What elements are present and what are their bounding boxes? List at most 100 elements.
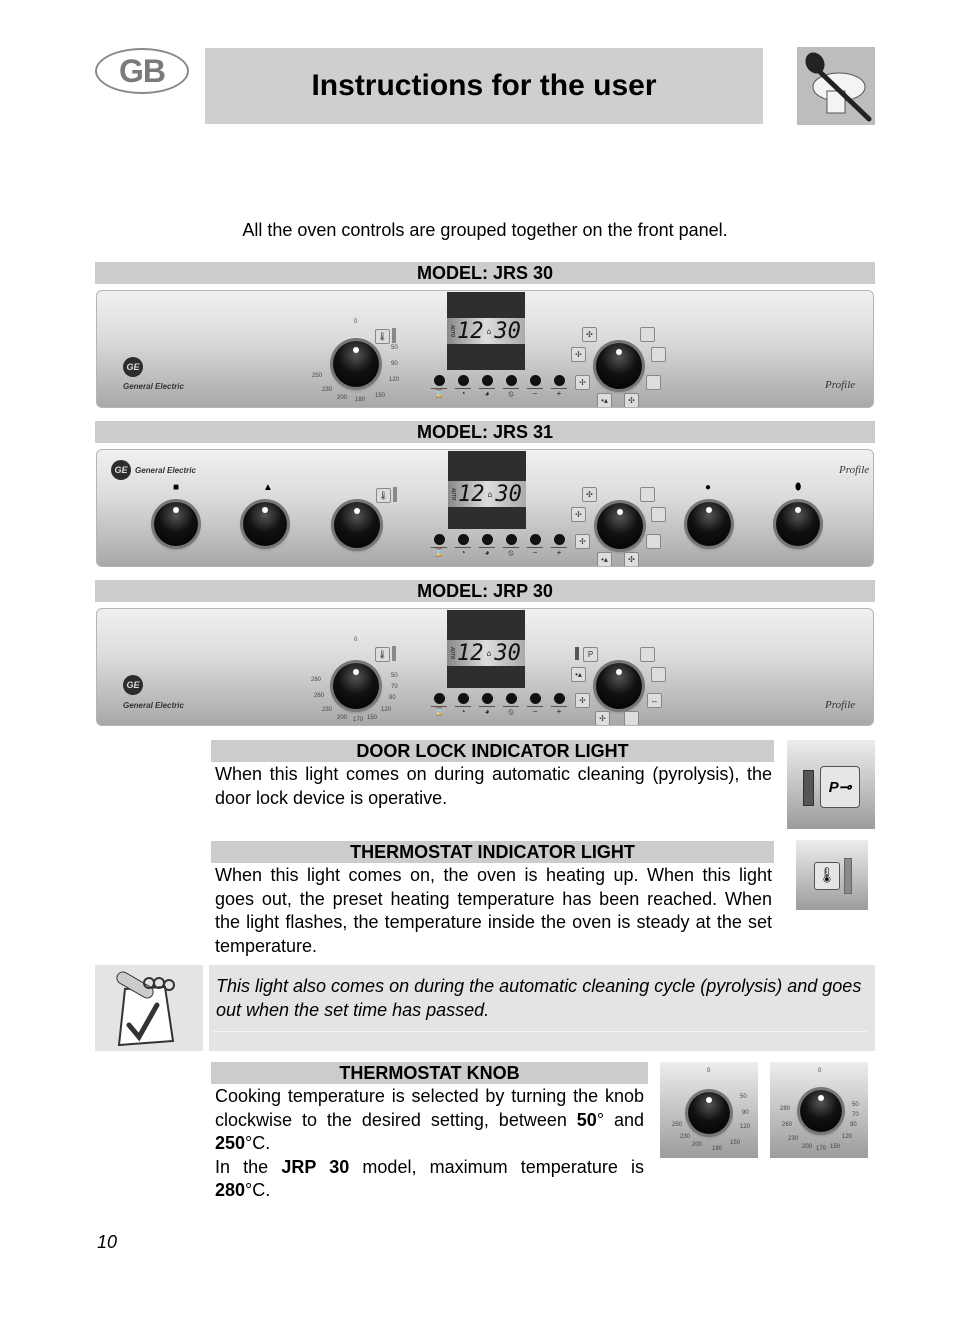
fan-icon: ✣ xyxy=(582,327,597,342)
timer-button[interactable]: ⌛ xyxy=(431,534,447,558)
thermostat-light-icon: 🌡 xyxy=(375,329,390,344)
thermostat-knob[interactable] xyxy=(333,341,379,387)
note-text: This light also comes on during the auto… xyxy=(216,976,862,1020)
plus-button[interactable]: + xyxy=(551,534,567,558)
knob-icon xyxy=(800,1090,842,1132)
scale-tick: 120 xyxy=(389,377,400,383)
note-box: This light also comes on during the auto… xyxy=(95,965,875,1051)
end-cooking-button[interactable]: ◕ xyxy=(479,375,495,399)
thermostat-knob[interactable] xyxy=(334,502,380,548)
manual-button[interactable]: ⦸ xyxy=(503,534,519,558)
minus-button[interactable]: − xyxy=(527,534,543,558)
program-buttons: ⌛ ◔ ◕ ⦸ − + xyxy=(431,693,567,717)
clock-hours: 12 xyxy=(457,318,484,344)
thermostat-knob-text: Cooking temperature is selected by turni… xyxy=(215,1086,644,1200)
fan-grill-icon: ✢ xyxy=(575,375,590,390)
door-lock-light-icon xyxy=(803,770,814,806)
control-panel-jrp30: GE General Electric 0 50 70 90 120 150 1… xyxy=(96,608,874,726)
thermostat-knob-heading: THERMOSTAT KNOB xyxy=(211,1062,648,1084)
scale-tick: 120 xyxy=(381,707,392,713)
hob-symbol: ⬮ xyxy=(795,482,802,493)
brand-name: General Electric xyxy=(135,466,196,475)
door-lock-indicator-light xyxy=(575,647,579,660)
scale-tick: 200 xyxy=(337,395,348,401)
cook-duration-button[interactable]: ◔ xyxy=(455,534,471,558)
thermostat-indicator-light xyxy=(392,646,396,661)
turbo-fan-icon: ✣ xyxy=(624,552,639,566)
thermometer-icon: 🌡 xyxy=(814,862,840,890)
timer-button[interactable]: ⌛ xyxy=(431,375,447,399)
top-bottom-heat-icon xyxy=(640,327,655,342)
function-selector-knob[interactable] xyxy=(596,663,642,709)
scale-tick: 70 xyxy=(391,684,398,690)
ge-logo: GE xyxy=(111,460,131,480)
hob-knob-2[interactable] xyxy=(243,502,287,546)
lcd-readout: AUTO 12 ⌂ 30 xyxy=(447,318,525,344)
hob-knob-3[interactable] xyxy=(687,502,731,546)
scale-tick: 230 xyxy=(322,707,333,713)
plus-button[interactable]: + xyxy=(551,693,567,717)
top-bottom-heat-icon xyxy=(640,647,655,662)
hob-knob-1[interactable] xyxy=(154,502,198,546)
ge-logo: GE xyxy=(123,675,143,695)
ge-logo: GE xyxy=(123,357,143,377)
scale-tick: 200 xyxy=(337,715,348,721)
scale-tick: 170 xyxy=(353,717,364,723)
end-cooking-button[interactable]: ◕ xyxy=(479,534,495,558)
program-buttons: ⌛ ◔ ◕ ⦸ − + xyxy=(431,534,567,558)
function-selector-knob[interactable] xyxy=(596,343,642,389)
scale-tick: 230 xyxy=(322,387,333,393)
door-lock-icon: P xyxy=(583,647,598,662)
plus-button[interactable]: + xyxy=(551,375,567,399)
brand-name: General Electric xyxy=(123,701,184,710)
timer-button[interactable]: ⌛ xyxy=(431,693,447,717)
brand-name: General Electric xyxy=(123,382,184,391)
scale-tick: 150 xyxy=(375,393,386,399)
defrost-icon: •▴ xyxy=(597,393,612,407)
door-lock-symbol-icon: P⊸ xyxy=(820,766,860,808)
oven-light-icon xyxy=(651,347,666,362)
fan-heat-icon: ✢ xyxy=(595,711,610,725)
series-name: Profile xyxy=(839,464,870,476)
clock-display: AUTO 12 ⌂ 30 xyxy=(447,610,525,688)
manual-button[interactable]: ⦸ xyxy=(503,693,519,717)
function-selector-knob[interactable] xyxy=(597,503,643,549)
note-divider xyxy=(213,1031,867,1032)
series-name: Profile xyxy=(825,379,856,391)
series-name: Profile xyxy=(825,699,856,711)
scale-tick: 250 xyxy=(312,373,323,379)
minus-button[interactable]: − xyxy=(527,375,543,399)
clock-display: AUTO 12 ⌂ 30 xyxy=(448,451,526,529)
thermostat-light-heading: THERMOSTAT INDICATOR LIGHT xyxy=(211,841,774,863)
cook-duration-button[interactable]: ◔ xyxy=(455,693,471,717)
country-badge: GB xyxy=(95,48,189,94)
minus-button[interactable]: − xyxy=(527,693,543,717)
hob-symbol: ● xyxy=(705,482,712,493)
control-panel-jrs31: GE General Electric ■ ▲ 🌡 AUTO 12 ⌂ 30 ⌛… xyxy=(96,449,874,567)
thermostat-indicator-light xyxy=(392,328,396,343)
manual-button[interactable]: ⦸ xyxy=(503,375,519,399)
lcd-readout: AUTO 12 ⌂ 30 xyxy=(447,640,525,666)
bottom-heat-icon xyxy=(646,534,661,549)
scale-tick: 0 xyxy=(354,637,358,643)
bottom-heat-icon xyxy=(646,375,661,390)
cook-duration-button[interactable]: ◔ xyxy=(455,375,471,399)
notepad-check-icon xyxy=(95,965,203,1051)
end-cooking-button[interactable]: ◕ xyxy=(479,693,495,717)
defrost-icon: •▴ xyxy=(571,667,586,682)
thermostat-knob[interactable] xyxy=(333,663,379,709)
clock-hours: 12 xyxy=(457,640,484,666)
model-label-jrp30: MODEL: JRP 30 xyxy=(95,580,875,602)
hob-knob-4[interactable] xyxy=(776,502,820,546)
scale-tick: 50 xyxy=(391,345,398,351)
fan-heat-icon: ✢ xyxy=(571,347,586,362)
bottom-heat-icon xyxy=(624,711,639,725)
clock-minutes: 30 xyxy=(494,640,521,666)
chef-hat-spoon-icon xyxy=(797,47,875,125)
turbo-fan-icon: ✣ xyxy=(624,393,639,407)
scale-tick: 280 xyxy=(311,677,322,683)
thermostat-light-icon: 🌡 xyxy=(375,647,390,662)
thermostat-light-text: When this light comes on, the oven is he… xyxy=(215,865,772,956)
page-title: Instructions for the user xyxy=(311,69,657,102)
clock-minutes: 30 xyxy=(495,481,522,507)
